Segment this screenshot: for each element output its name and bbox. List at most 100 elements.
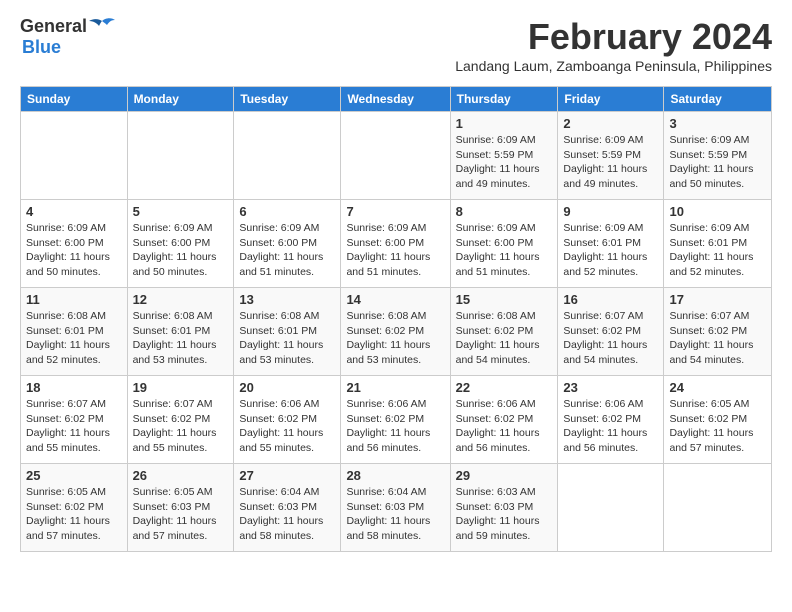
day-number: 17 bbox=[669, 292, 766, 307]
day-number: 24 bbox=[669, 380, 766, 395]
day-info: Sunrise: 6:09 AM Sunset: 6:00 PM Dayligh… bbox=[133, 221, 229, 280]
table-row: 12Sunrise: 6:08 AM Sunset: 6:01 PM Dayli… bbox=[127, 288, 234, 376]
day-number: 22 bbox=[456, 380, 553, 395]
table-row bbox=[664, 464, 772, 552]
table-row: 25 Sunrise: 6:05 AM Sunset: 6:02 PM Dayli… bbox=[21, 464, 128, 552]
day-number: 6 bbox=[239, 204, 335, 219]
day-info: Sunrise: 6:09 AM Sunset: 5:59 PM Dayligh… bbox=[669, 133, 766, 192]
day-info: Sunrise: 6:05 AM Sunset: 6:02 PM Dayligh… bbox=[26, 485, 122, 544]
header-thursday: Thursday bbox=[450, 87, 558, 112]
day-number: 19 bbox=[133, 380, 229, 395]
table-row: 14 Sunrise: 6:08 AM Sunset: 6:02 PM Dayli… bbox=[341, 288, 450, 376]
table-row: 16 Sunrise: 6:07 AM Sunset: 6:02 PM Dayli… bbox=[558, 288, 664, 376]
day-info: Sunrise: 6:09 AM Sunset: 6:00 PM Dayligh… bbox=[239, 221, 335, 280]
calendar-week-row: 11 Sunrise: 6:08 AM Sunset: 6:01 PM Dayli… bbox=[21, 288, 772, 376]
day-info: Sunrise: 6:06 AM Sunset: 6:02 PM Dayligh… bbox=[346, 397, 444, 456]
day-info: Sunrise: 6:07 AM Sunset: 6:02 PM Dayligh… bbox=[669, 309, 766, 368]
table-row: 22 Sunrise: 6:06 AM Sunset: 6:02 PM Dayli… bbox=[450, 376, 558, 464]
day-number: 13 bbox=[239, 292, 335, 307]
page-header: General Blue February 2024 Landang Laum,… bbox=[20, 16, 772, 82]
calendar-week-row: 1 Sunrise: 6:09 AM Sunset: 5:59 PM Daylig… bbox=[21, 112, 772, 200]
header-wednesday: Wednesday bbox=[341, 87, 450, 112]
day-number: 21 bbox=[346, 380, 444, 395]
logo-bird-icon bbox=[89, 17, 115, 37]
table-row: 17 Sunrise: 6:07 AM Sunset: 6:02 PM Dayli… bbox=[664, 288, 772, 376]
day-info: Sunrise: 6:06 AM Sunset: 6:02 PM Dayligh… bbox=[239, 397, 335, 456]
day-number: 11 bbox=[26, 292, 122, 307]
table-row: 19Sunrise: 6:07 AM Sunset: 6:02 PM Dayli… bbox=[127, 376, 234, 464]
day-number: 28 bbox=[346, 468, 444, 483]
month-title: February 2024 bbox=[455, 16, 772, 58]
day-info: Sunrise: 6:09 AM Sunset: 6:01 PM Dayligh… bbox=[563, 221, 658, 280]
table-row bbox=[21, 112, 128, 200]
day-number: 10 bbox=[669, 204, 766, 219]
day-info: Sunrise: 6:05 AM Sunset: 6:03 PM Dayligh… bbox=[133, 485, 229, 544]
day-number: 7 bbox=[346, 204, 444, 219]
day-number: 4 bbox=[26, 204, 122, 219]
header-saturday: Saturday bbox=[664, 87, 772, 112]
day-info: Sunrise: 6:09 AM Sunset: 6:00 PM Dayligh… bbox=[456, 221, 553, 280]
day-number: 20 bbox=[239, 380, 335, 395]
table-row: 21 Sunrise: 6:06 AM Sunset: 6:02 PM Dayli… bbox=[341, 376, 450, 464]
location-title: Landang Laum, Zamboanga Peninsula, Phili… bbox=[455, 58, 772, 74]
table-row: 7 Sunrise: 6:09 AM Sunset: 6:00 PM Daylig… bbox=[341, 200, 450, 288]
day-info: Sunrise: 6:03 AM Sunset: 6:03 PM Dayligh… bbox=[456, 485, 553, 544]
day-number: 8 bbox=[456, 204, 553, 219]
table-row: 23Sunrise: 6:06 AM Sunset: 6:02 PM Dayli… bbox=[558, 376, 664, 464]
table-row: 27 Sunrise: 6:04 AM Sunset: 6:03 PM Dayli… bbox=[234, 464, 341, 552]
table-row: 20 Sunrise: 6:06 AM Sunset: 6:02 PM Dayli… bbox=[234, 376, 341, 464]
day-number: 16 bbox=[563, 292, 658, 307]
calendar-header-row: Sunday Monday Tuesday Wednesday Thursday… bbox=[21, 87, 772, 112]
day-number: 27 bbox=[239, 468, 335, 483]
day-info: Sunrise: 6:08 AM Sunset: 6:01 PM Dayligh… bbox=[26, 309, 122, 368]
table-row: 13 Sunrise: 6:08 AM Sunset: 6:01 PM Dayli… bbox=[234, 288, 341, 376]
day-info: Sunrise: 6:08 AM Sunset: 6:01 PM Dayligh… bbox=[239, 309, 335, 368]
day-info: Sunrise: 6:09 AM Sunset: 5:59 PM Dayligh… bbox=[456, 133, 553, 192]
table-row bbox=[558, 464, 664, 552]
table-row: 9 Sunrise: 6:09 AM Sunset: 6:01 PM Daylig… bbox=[558, 200, 664, 288]
header-monday: Monday bbox=[127, 87, 234, 112]
day-info: Sunrise: 6:09 AM Sunset: 6:00 PM Dayligh… bbox=[346, 221, 444, 280]
day-info: Sunrise: 6:09 AM Sunset: 6:00 PM Dayligh… bbox=[26, 221, 122, 280]
calendar-table: Sunday Monday Tuesday Wednesday Thursday… bbox=[20, 86, 772, 552]
header-sunday: Sunday bbox=[21, 87, 128, 112]
day-number: 9 bbox=[563, 204, 658, 219]
day-number: 14 bbox=[346, 292, 444, 307]
table-row: 18Sunrise: 6:07 AM Sunset: 6:02 PM Dayli… bbox=[21, 376, 128, 464]
day-info: Sunrise: 6:07 AM Sunset: 6:02 PM Dayligh… bbox=[563, 309, 658, 368]
table-row: 2Sunrise: 6:09 AM Sunset: 5:59 PM Daylig… bbox=[558, 112, 664, 200]
header-friday: Friday bbox=[558, 87, 664, 112]
table-row: 3 Sunrise: 6:09 AM Sunset: 5:59 PM Daylig… bbox=[664, 112, 772, 200]
day-info: Sunrise: 6:08 AM Sunset: 6:02 PM Dayligh… bbox=[346, 309, 444, 368]
logo-general: General bbox=[20, 16, 87, 37]
day-info: Sunrise: 6:05 AM Sunset: 6:02 PM Dayligh… bbox=[669, 397, 766, 456]
table-row: 11 Sunrise: 6:08 AM Sunset: 6:01 PM Dayli… bbox=[21, 288, 128, 376]
table-row bbox=[341, 112, 450, 200]
header-tuesday: Tuesday bbox=[234, 87, 341, 112]
logo-blue: Blue bbox=[22, 37, 61, 58]
day-number: 26 bbox=[133, 468, 229, 483]
table-row: 24 Sunrise: 6:05 AM Sunset: 6:02 PM Dayli… bbox=[664, 376, 772, 464]
day-info: Sunrise: 6:06 AM Sunset: 6:02 PM Dayligh… bbox=[456, 397, 553, 456]
table-row: 15Sunrise: 6:08 AM Sunset: 6:02 PM Dayli… bbox=[450, 288, 558, 376]
day-number: 29 bbox=[456, 468, 553, 483]
day-number: 1 bbox=[456, 116, 553, 131]
table-row: 1 Sunrise: 6:09 AM Sunset: 5:59 PM Daylig… bbox=[450, 112, 558, 200]
day-number: 25 bbox=[26, 468, 122, 483]
day-number: 23 bbox=[563, 380, 658, 395]
day-number: 12 bbox=[133, 292, 229, 307]
day-number: 18 bbox=[26, 380, 122, 395]
table-row: 10 Sunrise: 6:09 AM Sunset: 6:01 PM Dayli… bbox=[664, 200, 772, 288]
day-number: 15 bbox=[456, 292, 553, 307]
day-number: 5 bbox=[133, 204, 229, 219]
day-number: 3 bbox=[669, 116, 766, 131]
logo: General Blue bbox=[20, 16, 115, 58]
day-number: 2 bbox=[563, 116, 658, 131]
table-row: 5 Sunrise: 6:09 AM Sunset: 6:00 PM Daylig… bbox=[127, 200, 234, 288]
day-info: Sunrise: 6:04 AM Sunset: 6:03 PM Dayligh… bbox=[346, 485, 444, 544]
table-row bbox=[127, 112, 234, 200]
calendar-week-row: 25 Sunrise: 6:05 AM Sunset: 6:02 PM Dayli… bbox=[21, 464, 772, 552]
table-row bbox=[234, 112, 341, 200]
day-info: Sunrise: 6:04 AM Sunset: 6:03 PM Dayligh… bbox=[239, 485, 335, 544]
day-info: Sunrise: 6:09 AM Sunset: 6:01 PM Dayligh… bbox=[669, 221, 766, 280]
